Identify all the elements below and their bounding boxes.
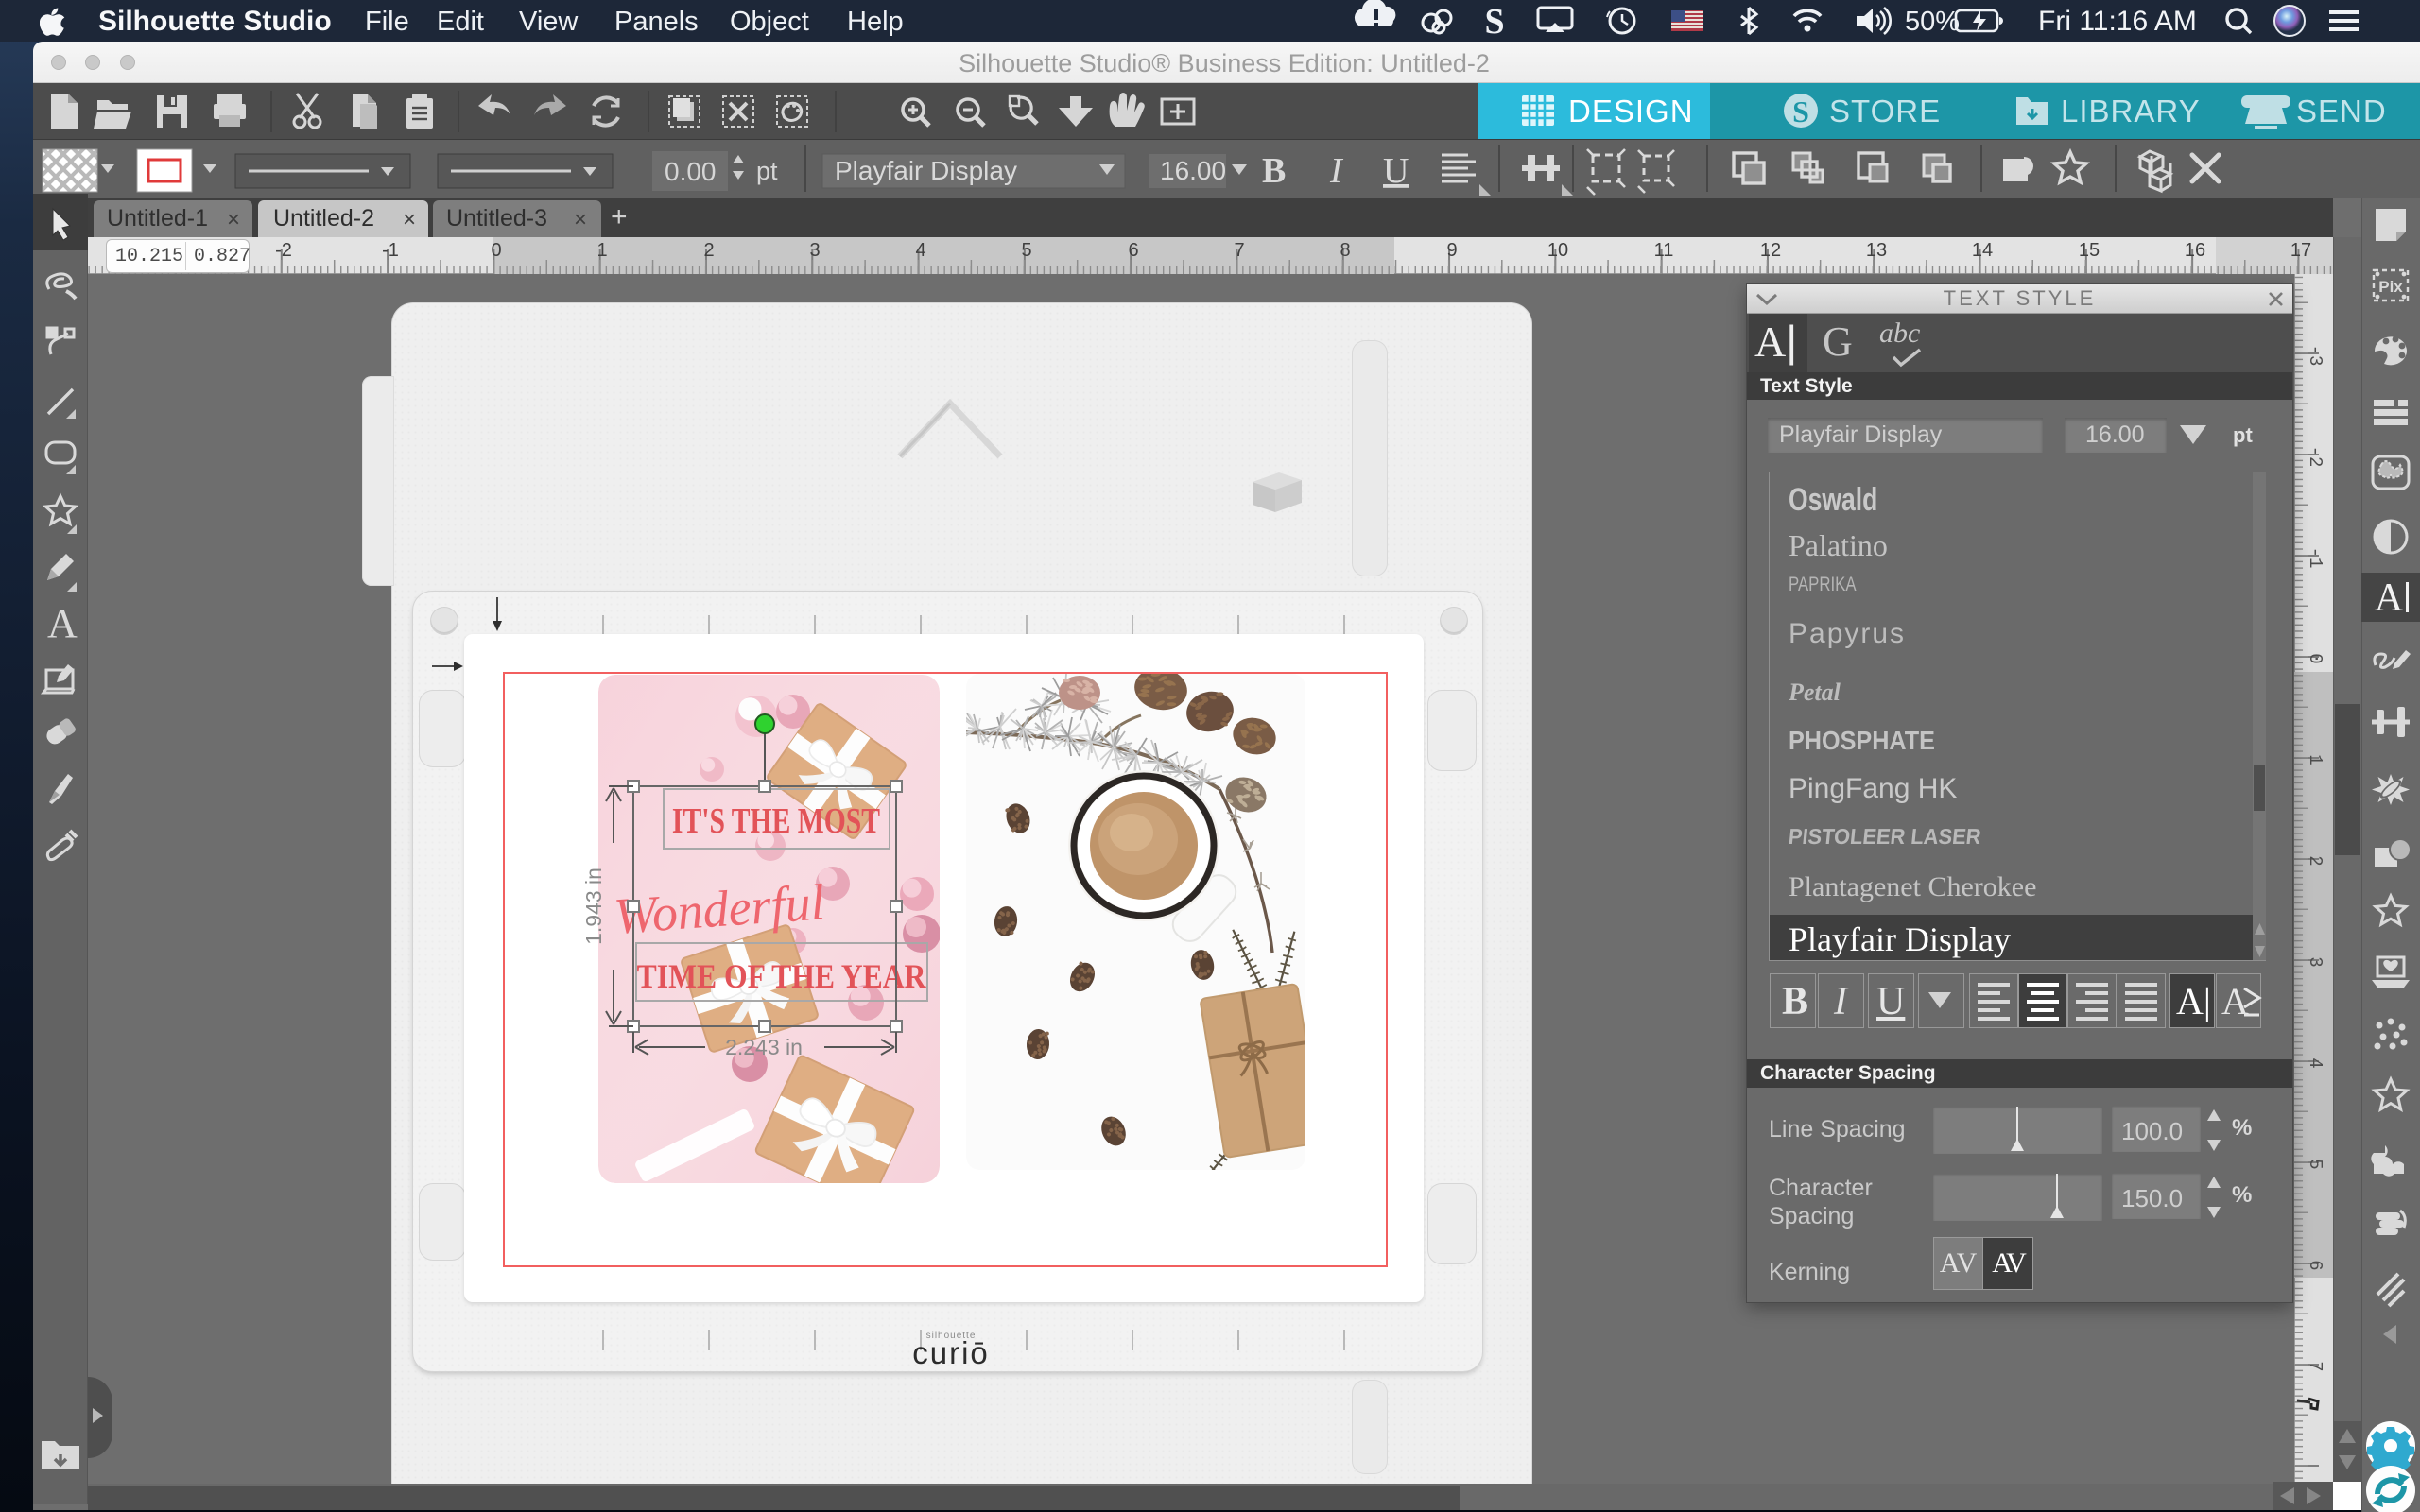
svg-text:SEND: SEND bbox=[2296, 94, 2387, 129]
svg-text:S: S bbox=[1792, 94, 1809, 129]
svg-text:A: A bbox=[2375, 576, 2404, 620]
svg-text:2.243 in: 2.243 in bbox=[725, 1035, 803, 1059]
svg-text:DESIGN: DESIGN bbox=[1568, 94, 1694, 129]
svg-text:Pix: Pix bbox=[2378, 278, 2403, 296]
svg-text:I: I bbox=[1329, 151, 1344, 191]
svg-text:Fri 11:16 AM: Fri 11:16 AM bbox=[2038, 6, 2197, 37]
svg-text:LIBRARY: LIBRARY bbox=[2061, 94, 2201, 129]
svg-text:STORE: STORE bbox=[1829, 94, 1941, 129]
svg-text:1.943 in: 1.943 in bbox=[581, 868, 606, 945]
svg-text:S: S bbox=[1484, 2, 1504, 42]
svg-text:50%: 50% bbox=[1905, 7, 1960, 37]
svg-text:16.00: 16.00 bbox=[1160, 156, 1226, 185]
svg-text:Playfair Display: Playfair Display bbox=[835, 156, 1017, 185]
svg-text:0.00: 0.00 bbox=[665, 157, 717, 186]
svg-text:A: A bbox=[47, 600, 78, 646]
svg-text:B: B bbox=[1262, 151, 1286, 191]
svg-text:pt: pt bbox=[756, 157, 778, 185]
svg-text:U: U bbox=[1383, 151, 1409, 191]
